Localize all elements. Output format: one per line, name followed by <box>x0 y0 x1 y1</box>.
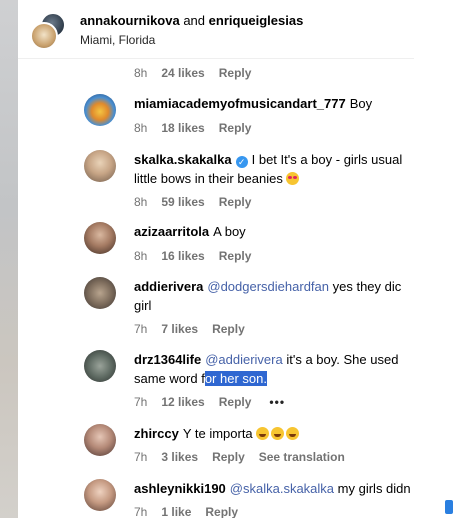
avatar[interactable] <box>84 350 116 382</box>
comment-text: ashleynikki190 @skalka.skakalka my girls … <box>134 479 414 498</box>
avatar[interactable] <box>84 424 116 456</box>
header-avatars[interactable] <box>30 12 70 50</box>
comment-username[interactable]: miamiacademyofmusicandart_777 <box>134 96 346 111</box>
comment-body: my girls didn <box>337 481 411 496</box>
comment-meta: 7h 12 likes Reply ••• <box>134 395 299 409</box>
comment-time: 7h <box>134 395 148 409</box>
mention-link[interactable]: @skalka.skakalka <box>230 481 334 496</box>
likes-count[interactable]: 59 likes <box>161 195 204 209</box>
header-usernames: annakournikova and enriqueiglesias <box>80 13 303 28</box>
likes-count[interactable]: 1 like <box>161 505 191 518</box>
comment-text: azizaarritola A boy <box>134 222 414 241</box>
comment-time: 7h <box>134 322 148 336</box>
comment-body: yes they dic <box>332 279 402 294</box>
reply-button[interactable]: Reply <box>212 322 245 336</box>
avatar[interactable] <box>84 94 116 126</box>
comment-meta: 7h 1 like Reply <box>134 505 252 518</box>
comments-panel: annakournikova and enriqueiglesias Miami… <box>18 0 414 518</box>
likes-count[interactable]: 18 likes <box>161 121 204 135</box>
avatar-enriqueiglesias <box>30 22 58 50</box>
reply-button[interactable]: Reply <box>219 66 252 80</box>
comment-body: Boy <box>349 96 373 111</box>
comment-text: drz1364life @addierivera it's a boy. She … <box>134 350 414 388</box>
comment-body-line2: same word f <box>134 371 205 386</box>
comment-time: 8h <box>134 249 148 263</box>
avatar[interactable] <box>84 150 116 182</box>
comment-time: 7h <box>134 505 148 518</box>
reply-button[interactable]: Reply <box>219 195 252 209</box>
comment-meta: 8h 18 likes Reply <box>134 121 265 135</box>
selected-text: or her son. <box>204 371 267 386</box>
tears-of-joy-emoji-icon <box>286 427 300 440</box>
header-user1[interactable]: annakournikova <box>80 13 180 28</box>
window-edge <box>414 0 457 518</box>
header-conj: and <box>183 13 206 28</box>
comment-text: zhirccy Y te importa <box>134 424 414 443</box>
comment-username[interactable]: ashleynikki190 <box>134 481 226 496</box>
comment-username[interactable]: zhirccy <box>134 426 179 441</box>
edge-marker <box>445 500 453 514</box>
comment-text: skalka.skakalka ✓ I bet It's a boy - girls… <box>134 150 414 188</box>
post-location[interactable]: Miami, Florida <box>80 33 155 47</box>
avatar[interactable] <box>84 277 116 309</box>
comment-body: it's a boy. She used <box>286 352 399 367</box>
heart-eyes-emoji-icon <box>286 172 300 185</box>
comment-meta: 7h 3 likes Reply See translation <box>134 450 359 464</box>
comment-time: 8h <box>134 66 148 80</box>
comment-body-line2: girl <box>134 298 152 313</box>
reply-button[interactable]: Reply <box>212 450 245 464</box>
comment-body: A boy <box>213 224 246 239</box>
comment-username[interactable]: azizaarritola <box>134 224 209 239</box>
background-photo-edge <box>0 0 18 518</box>
post-header: annakournikova and enriqueiglesias Miami… <box>18 0 414 59</box>
comment-meta: 7h 7 likes Reply <box>134 322 259 336</box>
reply-button[interactable]: Reply <box>219 395 252 409</box>
comment-time: 8h <box>134 121 148 135</box>
comment-username[interactable]: addierivera <box>134 279 203 294</box>
comment-text: addierivera @dodgersdiehardfan yes they d… <box>134 277 414 315</box>
comment-meta: 8h 16 likes Reply <box>134 249 265 263</box>
mention-link[interactable]: @dodgersdiehardfan <box>207 279 329 294</box>
comment-body: I bet It's a boy - girls usual <box>251 152 403 167</box>
comment-body: Y te importa <box>182 426 253 441</box>
comment-meta: 8h 59 likes Reply <box>134 195 265 209</box>
tears-of-joy-emoji-icon <box>256 427 270 440</box>
likes-count[interactable]: 3 likes <box>161 450 198 464</box>
comment-meta: 8h 24 likes Reply <box>134 66 265 80</box>
comment-body-line2: little bows in their beanies <box>134 171 283 186</box>
reply-button[interactable]: Reply <box>219 121 252 135</box>
likes-count[interactable]: 7 likes <box>161 322 198 336</box>
see-translation-button[interactable]: See translation <box>259 450 345 464</box>
likes-count[interactable]: 24 likes <box>161 66 204 80</box>
likes-count[interactable]: 12 likes <box>161 395 204 409</box>
more-options-icon[interactable]: ••• <box>269 395 285 409</box>
comment-time: 8h <box>134 195 148 209</box>
mention-link[interactable]: @addierivera <box>205 352 283 367</box>
comment-username[interactable]: drz1364life <box>134 352 201 367</box>
header-user2[interactable]: enriqueiglesias <box>209 13 304 28</box>
reply-button[interactable]: Reply <box>219 249 252 263</box>
avatar[interactable] <box>84 222 116 254</box>
verified-badge-icon: ✓ <box>235 156 248 168</box>
comment-text: miamiacademyofmusicandart_777 Boy <box>134 94 414 113</box>
avatar[interactable] <box>84 479 116 511</box>
comment-time: 7h <box>134 450 148 464</box>
reply-button[interactable]: Reply <box>205 505 238 518</box>
comment-username[interactable]: skalka.skakalka <box>134 152 232 167</box>
likes-count[interactable]: 16 likes <box>161 249 204 263</box>
tears-of-joy-emoji-icon <box>271 427 285 440</box>
